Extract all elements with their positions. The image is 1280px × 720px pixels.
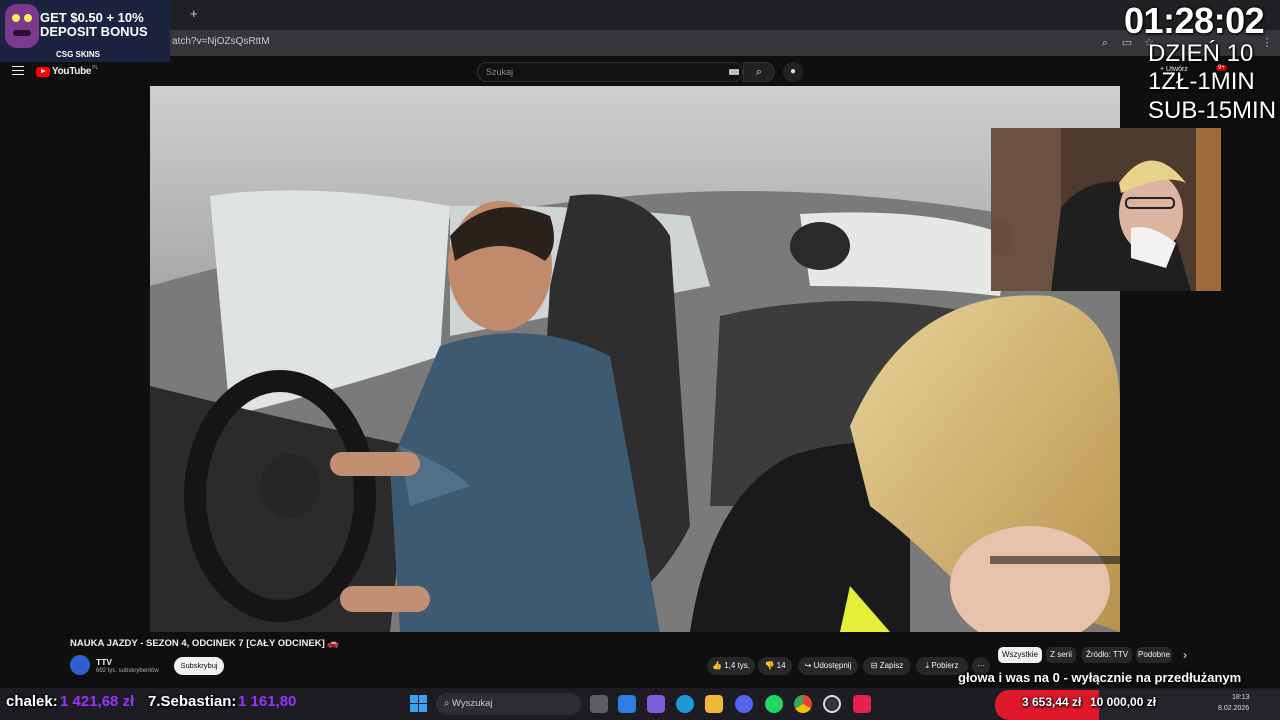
ad-mascot-icon bbox=[5, 4, 39, 48]
tiktok-icon[interactable] bbox=[853, 695, 871, 713]
ad-headline-2: DEPOSIT BONUS bbox=[40, 24, 148, 39]
task-view-icon[interactable] bbox=[590, 695, 608, 713]
chip-2[interactable]: Źródło: TTV bbox=[1082, 647, 1132, 663]
ad-headline-1: GET $0.50 + 10% bbox=[40, 10, 144, 25]
discord-icon[interactable] bbox=[735, 695, 753, 713]
chip-0[interactable]: Wszystkie bbox=[998, 647, 1042, 663]
store-icon[interactable] bbox=[618, 695, 636, 713]
thumbs-up-icon: 👍 bbox=[712, 661, 722, 670]
share-label: Udostępnij bbox=[813, 661, 852, 670]
webcam-frame bbox=[991, 128, 1221, 291]
like-button[interactable]: 👍 1,4 tys. bbox=[707, 657, 755, 675]
dislike-count: 14 bbox=[776, 661, 786, 670]
stream-sub-label: SUB-15MIN bbox=[1148, 97, 1277, 124]
csgskins-ad-banner[interactable]: GET $0.50 + 10% DEPOSIT BONUS CSG SKINS bbox=[0, 0, 170, 62]
microphone-icon[interactable]: ● bbox=[783, 62, 803, 82]
file-explorer-icon[interactable] bbox=[705, 695, 723, 713]
search-input[interactable]: Szukaj bbox=[477, 62, 743, 82]
download-label: Pobierz bbox=[931, 661, 959, 670]
live-caption: głowa i was na 0 - wyłącznie na przedłuż… bbox=[958, 670, 1242, 685]
new-tab-button[interactable]: + bbox=[190, 6, 198, 21]
video-player[interactable] bbox=[150, 86, 1120, 632]
like-count: 1,4 tys. bbox=[724, 661, 750, 670]
obs-icon[interactable] bbox=[823, 695, 841, 713]
youtube-logo[interactable]: YouTube PL bbox=[36, 64, 99, 77]
bookmark-icon: ⊟ bbox=[870, 661, 878, 670]
chip-3[interactable]: Podobne bbox=[1136, 647, 1172, 663]
donation-current: 3 653,44 zł bbox=[1022, 695, 1082, 709]
chips-next-icon[interactable]: › bbox=[1183, 648, 1187, 662]
dislike-button[interactable]: 👎 14 bbox=[758, 657, 792, 675]
save-label: Zapisz bbox=[879, 661, 904, 670]
video-title: NAUKA JAZDY - SEZON 4, ODCINEK 7 [CAŁY O… bbox=[70, 638, 340, 649]
chip-1[interactable]: Z serii bbox=[1046, 647, 1076, 663]
search-icon: ⌕ bbox=[444, 698, 450, 709]
zoom-icon[interactable]: ⌕ bbox=[1098, 36, 1112, 50]
stream-day-label: DZIEŃ 10 bbox=[1148, 40, 1254, 67]
ticker-value-2: 1 161,80 bbox=[238, 693, 297, 710]
channel-name[interactable]: TTV bbox=[96, 657, 112, 667]
taskbar-search[interactable]: ⌕ Wyszukaj bbox=[436, 693, 581, 715]
copilot-icon[interactable] bbox=[647, 695, 665, 713]
youtube-play-icon bbox=[36, 66, 50, 77]
channel-avatar[interactable] bbox=[70, 655, 90, 675]
ticker-name-2: 7.Sebastian: bbox=[148, 693, 237, 710]
spotify-icon[interactable] bbox=[765, 695, 783, 713]
ad-brand: CSG SKINS bbox=[56, 50, 101, 59]
edge-icon[interactable] bbox=[676, 695, 694, 713]
hamburger-menu-icon[interactable] bbox=[12, 66, 24, 75]
share-button[interactable]: ↪ Udostępnij bbox=[798, 657, 858, 675]
youtube-wordmark: YouTube bbox=[52, 66, 92, 77]
keyboard-icon[interactable] bbox=[729, 69, 739, 75]
download-icon: ⤓ bbox=[925, 661, 930, 670]
save-button[interactable]: ⊟ Zapisz bbox=[863, 657, 911, 675]
search-icon: ⌕ bbox=[755, 66, 763, 78]
ticker-value-1: 1 421,68 zł bbox=[60, 693, 135, 710]
chrome-icon[interactable] bbox=[794, 695, 812, 713]
stream-rate-label: 1ZŁ-1MIN bbox=[1148, 68, 1255, 95]
taskbar-search-label: Wyszukaj bbox=[451, 698, 493, 709]
url-text: atch?v=NjOZsQsRttM bbox=[172, 36, 270, 47]
search-button[interactable]: ⌕ bbox=[743, 62, 775, 82]
subscriber-count: 692 tys. subskrybentów bbox=[96, 668, 159, 674]
clock-date[interactable]: 8.02.2026 bbox=[1218, 705, 1249, 712]
share-icon: ↪ bbox=[804, 661, 812, 670]
subscribe-button[interactable]: Subskrybuj bbox=[174, 657, 224, 675]
thumbs-down-icon: 👎 bbox=[764, 661, 775, 670]
clock-time[interactable]: 18:13 bbox=[1232, 694, 1250, 701]
stream-timer: 01:28:02 bbox=[1124, 0, 1265, 41]
region-code: PL bbox=[92, 64, 99, 71]
ticker-name-1: chalek: bbox=[6, 693, 58, 710]
streamer-webcam bbox=[991, 128, 1221, 291]
donation-target: 10 000,00 zł bbox=[1090, 695, 1157, 709]
windows-start-icon[interactable] bbox=[410, 695, 427, 712]
video-frame bbox=[150, 86, 1120, 632]
